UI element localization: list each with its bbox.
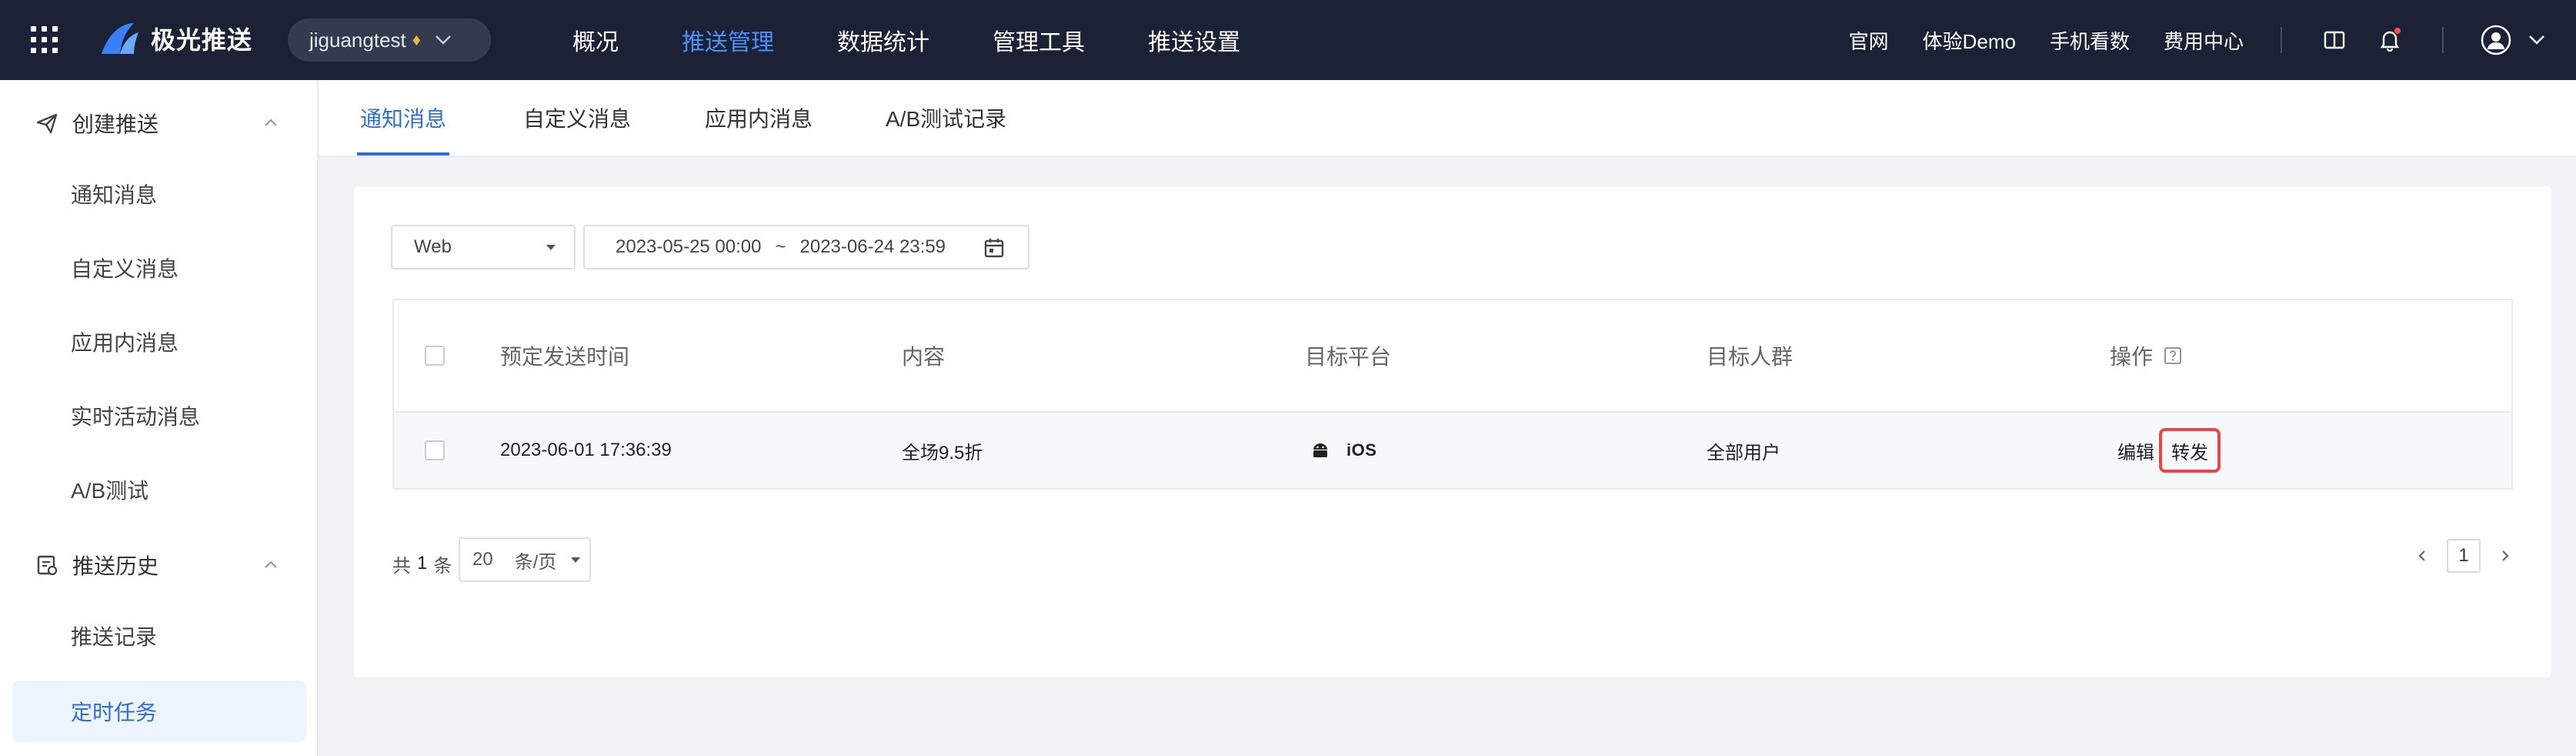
- chevron-up-icon: [265, 560, 277, 568]
- date-start: 2023-05-25 00:00: [616, 236, 762, 257]
- link-demo[interactable]: 体验Demo: [1923, 26, 2016, 55]
- total-suffix: 条: [433, 555, 452, 577]
- android-icon: [1313, 443, 1327, 457]
- edit-button[interactable]: 编辑: [2117, 437, 2154, 464]
- help-icon[interactable]: [2164, 346, 2182, 365]
- sidebar-item-live-activity[interactable]: 实时活动消息: [12, 385, 306, 447]
- app-grid-icon[interactable]: [31, 26, 58, 54]
- tab-notification[interactable]: 通知消息: [360, 80, 446, 156]
- nav-divider: [2281, 27, 2282, 53]
- link-mobile-stats[interactable]: 手机看数: [2050, 26, 2130, 55]
- nav-divider: [2442, 27, 2444, 53]
- logo-text: 极光推送: [151, 26, 253, 54]
- pagination: 1: [2413, 537, 2514, 574]
- diamond-icon: ♦: [412, 30, 421, 49]
- cell-send-time: 2023-06-01 17:36:39: [500, 440, 672, 460]
- caret-down-icon: [571, 557, 580, 563]
- page-size-value: 20: [472, 549, 493, 570]
- chevron-down-icon: [435, 35, 451, 45]
- link-billing[interactable]: 费用中心: [2164, 26, 2244, 55]
- tab-in-app-message[interactable]: 应用内消息: [705, 80, 813, 156]
- nav-push-management[interactable]: 推送管理: [682, 23, 774, 57]
- date-end: 2023-06-24 23:59: [799, 236, 946, 257]
- sidebar-item-ab-test[interactable]: A/B测试: [12, 459, 306, 520]
- nav-overview[interactable]: 概况: [572, 23, 619, 57]
- tab-bar: 通知消息 自定义消息 应用内消息 A/B测试记录: [319, 80, 2576, 156]
- table-header: 预定发送时间 内容 目标平台 目标人群 操作: [394, 300, 2511, 413]
- right-nav: 官网 体验Demo 手机看数 费用中心: [1815, 0, 2576, 80]
- nav-statistics[interactable]: 数据统计: [837, 23, 929, 57]
- sidebar-item-push-records[interactable]: 推送记录: [12, 605, 306, 667]
- send-icon: [36, 113, 58, 134]
- chevron-up-icon: [265, 119, 277, 126]
- nav-tools[interactable]: 管理工具: [993, 23, 1085, 57]
- sidebar-group-push-history[interactable]: 推送历史: [0, 528, 319, 602]
- ios-label: iOS: [1346, 440, 1377, 460]
- jiguang-logo-icon: [102, 23, 138, 54]
- user-avatar-icon: [2481, 25, 2511, 55]
- column-header-platform: 目标平台: [1305, 345, 1392, 369]
- sidebar-group-label: 推送历史: [72, 554, 159, 578]
- prev-page-icon[interactable]: [2413, 547, 2431, 565]
- tab-custom-message[interactable]: 自定义消息: [523, 80, 631, 156]
- notification-dot: [2394, 28, 2401, 34]
- app-selector[interactable]: jiguangtest ♦: [288, 18, 491, 62]
- forward-button[interactable]: 转发: [2171, 437, 2208, 464]
- page-number[interactable]: 1: [2447, 539, 2481, 573]
- next-page-icon[interactable]: [2496, 547, 2514, 565]
- caret-down-icon: [546, 245, 556, 250]
- column-header-actions-wrap: 操作: [2110, 300, 2182, 411]
- column-header-content: 内容: [902, 345, 946, 369]
- sidebar-item-in-app-message[interactable]: 应用内消息: [12, 311, 306, 373]
- sidebar-item-notification[interactable]: 通知消息: [12, 163, 306, 225]
- platform-select-value: Web: [414, 236, 452, 257]
- main-nav: 概况 推送管理 数据统计 管理工具 推送设置: [572, 0, 1303, 80]
- sidebar-group-label: 创建推送: [72, 112, 159, 136]
- sidebar-item-scheduled-tasks[interactable]: 定时任务: [12, 681, 306, 742]
- book-icon[interactable]: [2319, 25, 2350, 55]
- chevron-down-icon: [2529, 35, 2544, 45]
- calendar-icon: [984, 239, 1004, 258]
- sidebar-group-create-push[interactable]: 创建推送: [0, 86, 319, 160]
- total-prefix: 共: [392, 555, 411, 577]
- tab-ab-test-records[interactable]: A/B测试记录: [886, 80, 1006, 156]
- active-tab-indicator: [357, 152, 449, 156]
- cell-content: 全场9.5折: [902, 442, 983, 463]
- sidebar: 创建推送 通知消息 自定义消息 应用内消息 实时活动消息 A/B测试 推送历史 …: [0, 80, 319, 756]
- history-icon: [37, 555, 58, 576]
- scheduled-task-table: 预定发送时间 内容 目标平台 目标人群 操作 2023-06-01 17:36:…: [392, 299, 2513, 490]
- sidebar-item-custom-message[interactable]: 自定义消息: [12, 237, 306, 299]
- link-official-site[interactable]: 官网: [1849, 26, 1889, 55]
- date-separator: ~: [775, 236, 786, 257]
- app-name: jiguangtest: [309, 28, 406, 52]
- column-header-actions: 操作: [2110, 345, 2154, 369]
- cell-audience: 全部用户: [1707, 442, 1780, 463]
- cell-platform: iOS: [1311, 413, 1376, 488]
- page-size-select[interactable]: 20 条/页: [459, 537, 591, 582]
- row-select-cell: [425, 413, 445, 488]
- platform-select[interactable]: Web: [391, 225, 576, 269]
- user-menu[interactable]: [2481, 25, 2545, 55]
- date-range-picker[interactable]: 2023-05-25 00:00 ~ 2023-06-24 23:59: [583, 225, 1029, 269]
- logo[interactable]: 极光推送: [98, 20, 252, 57]
- cell-actions: 编辑 转发: [2117, 413, 2221, 488]
- row-checkbox[interactable]: [425, 440, 445, 460]
- column-header-audience: 目标人群: [1707, 345, 1794, 369]
- top-nav-bar: 极光推送 jiguangtest ♦ 概况 推送管理 数据统计 管理工具 推送设…: [0, 0, 2576, 80]
- nav-push-settings[interactable]: 推送设置: [1148, 23, 1240, 57]
- total-number: 1: [417, 553, 428, 574]
- forward-button-highlight[interactable]: 转发: [2159, 428, 2221, 473]
- bell-icon[interactable]: [2374, 25, 2405, 55]
- total-count: 共 1 条: [392, 542, 452, 585]
- table-row: 2023-06-01 17:36:39 全场9.5折 iOS 全部用户 编辑 转…: [394, 413, 2511, 488]
- select-all-checkbox[interactable]: [425, 346, 445, 366]
- select-all-cell: [425, 300, 445, 411]
- page-size-unit: 条/页: [514, 551, 557, 573]
- column-header-send-time: 预定发送时间: [500, 345, 630, 369]
